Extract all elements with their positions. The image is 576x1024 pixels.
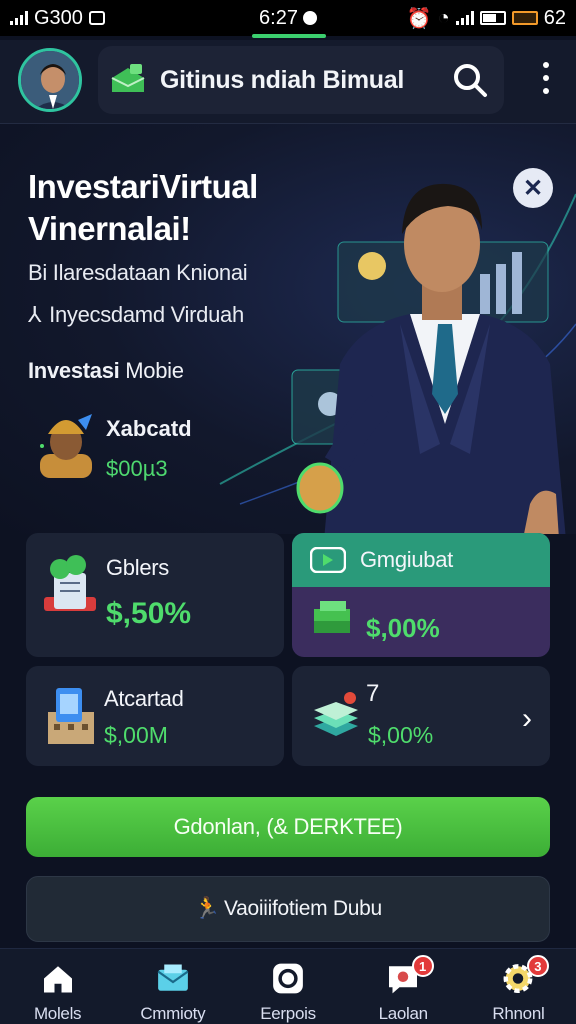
businessman-illustration bbox=[296, 183, 566, 534]
secondary-action-label: Vaoiiifotiem Dubu bbox=[223, 897, 382, 920]
stat-card-2-value: $,00% bbox=[366, 613, 440, 643]
investor-value: $00µ3 bbox=[106, 456, 168, 481]
nav-item-home[interactable]: Molels bbox=[0, 949, 115, 1024]
nav-label-reports: Eerpois bbox=[260, 1004, 316, 1023]
avatar[interactable] bbox=[18, 48, 82, 112]
section-label-rest: Mobie bbox=[119, 358, 184, 383]
money-bills-icon bbox=[314, 692, 358, 736]
stat-card-2-header: Gmgiubat bbox=[292, 533, 550, 587]
wifi-icon: ◔ bbox=[437, 6, 450, 29]
settings-badge: 3 bbox=[526, 955, 549, 977]
bottom-navigation: Molels Cmmioty Eerpois 1 Laolan 3 Rhnonl bbox=[0, 948, 576, 1024]
notification-icon bbox=[88, 11, 105, 25]
primary-action-button[interactable]: Gdonlan, (& DERKTEE) bbox=[26, 797, 550, 857]
alarm-icon: ⏰ bbox=[406, 7, 432, 30]
hero-subtitle: Bi Ilaresdataan Knionai bbox=[28, 260, 248, 285]
stat-card-3-title: Atcartad bbox=[104, 686, 184, 711]
section-label-bold: Investasi bbox=[28, 358, 120, 383]
battery-icon bbox=[479, 11, 506, 25]
stat-card-4-title: 7 bbox=[366, 680, 380, 707]
stat-card-1-title: Gblers bbox=[106, 555, 169, 580]
chat-badge: 1 bbox=[411, 955, 434, 977]
cash-stack-icon bbox=[314, 601, 350, 633]
hero-banner: InvestariVirtual Vinernalai! Bi Ilaresda… bbox=[0, 124, 576, 534]
search-icon[interactable] bbox=[450, 60, 490, 100]
nav-label-chat: Laolan bbox=[378, 1004, 429, 1023]
stat-card-2-title: Gmgiubat bbox=[360, 547, 453, 572]
stat-card-3-value: $,00M bbox=[104, 722, 168, 748]
nav-label-home: Molels bbox=[33, 1004, 82, 1023]
hero-subtitle-2-text: Inyecsdamd Virduah bbox=[49, 302, 244, 327]
more-options-icon[interactable] bbox=[532, 62, 560, 102]
stat-card-2[interactable]: Gmgiubat $,00% bbox=[292, 533, 550, 657]
envelope-icon bbox=[157, 964, 189, 991]
nav-item-chat[interactable]: 1 Laolan bbox=[346, 949, 461, 1024]
investor-name: Xabcatd bbox=[106, 416, 192, 441]
nav-label-settings: Rhnonl bbox=[492, 1004, 545, 1023]
stat-card-4[interactable]: 7 $,00% › bbox=[292, 666, 550, 766]
active-indicator bbox=[252, 34, 326, 38]
home-icon bbox=[43, 966, 72, 993]
clock: 6:27 bbox=[259, 6, 298, 29]
carrier-label: G300 bbox=[34, 6, 83, 29]
hero-subtitle-2: ⅄ Inyecsdamd Virduah bbox=[28, 302, 244, 328]
nav-item-community[interactable]: Cmmioty bbox=[115, 949, 230, 1024]
battery-level: 62 bbox=[543, 6, 566, 29]
circle-icon bbox=[273, 963, 303, 994]
location-icon bbox=[302, 11, 317, 25]
title-bar: Gitinus ndiah Bimual bbox=[98, 46, 504, 114]
stat-card-1-value: $,50% bbox=[106, 597, 192, 630]
stat-card-1[interactable]: Gblers $,50% bbox=[26, 533, 284, 657]
document-icon bbox=[44, 555, 96, 611]
stat-card-3[interactable]: Atcartad $,00M bbox=[26, 666, 284, 766]
nav-item-settings[interactable]: 3 Rhnonl bbox=[461, 949, 576, 1024]
video-icon bbox=[310, 547, 346, 573]
profile-mini-card[interactable]: Xabcatd $00µ3 bbox=[34, 404, 234, 504]
status-bar: G300 6:27 ⏰ ◔ 62 bbox=[0, 0, 576, 36]
cell-signal-icon bbox=[455, 11, 474, 25]
app-header: Gitinus ndiah Bimual bbox=[0, 40, 576, 124]
app-title: Gitinus ndiah Bimual bbox=[160, 65, 405, 94]
money-stack-icon bbox=[111, 64, 145, 92]
nav-item-reports[interactable]: Eerpois bbox=[230, 949, 345, 1024]
person-icon: ⅄ bbox=[28, 302, 42, 327]
section-label: Investasi Mobie bbox=[28, 358, 184, 384]
chevron-right-icon[interactable]: › bbox=[522, 702, 532, 736]
investor-avatar-icon bbox=[40, 414, 92, 478]
building-icon bbox=[48, 688, 94, 744]
close-button[interactable]: ✕ bbox=[513, 168, 553, 208]
hero-title: InvestariVirtual Vinernalai! bbox=[28, 168, 258, 247]
stat-card-4-value: $,00% bbox=[368, 722, 434, 748]
secondary-action-button[interactable]: 🏃 Vaoiiifotiem Dubu bbox=[26, 876, 550, 942]
signal-icon bbox=[10, 11, 28, 25]
person-walk-icon: 🏃 bbox=[194, 897, 220, 920]
nav-label-community: Cmmioty bbox=[140, 1004, 206, 1023]
battery-saver-icon bbox=[511, 11, 538, 25]
